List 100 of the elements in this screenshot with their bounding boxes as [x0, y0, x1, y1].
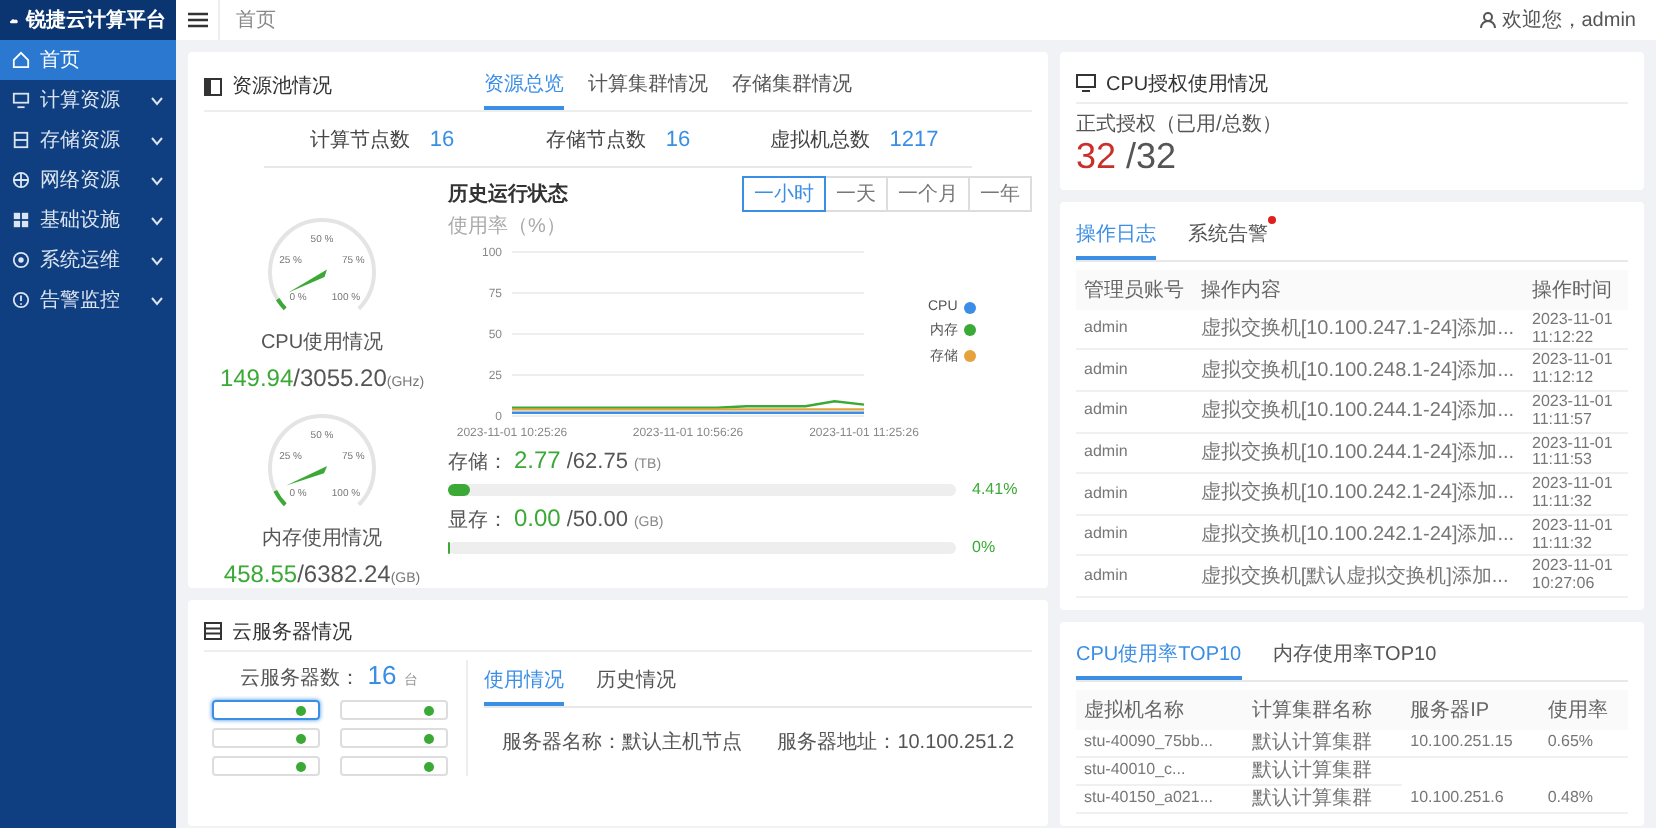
table-cell: 虚拟交换机[10.100.242.1-24]添加... [1192, 473, 1524, 515]
storage-label: 存储： [448, 449, 508, 476]
tab[interactable]: 系统告警 [1188, 213, 1268, 260]
column-header: 虚拟机名称 [1076, 689, 1245, 730]
stat-value: 16 [367, 660, 397, 690]
table-cell: admin [1076, 555, 1193, 597]
total-value: /32 [1126, 136, 1177, 176]
server-icon [204, 622, 222, 640]
stat-value: 16 [665, 127, 691, 151]
storage-label: 显存： [448, 508, 508, 534]
table-cell: 虚拟交换机[10.100.244.1-24]添加... [1192, 432, 1524, 474]
table-cell: admin [1076, 432, 1193, 474]
gauge-label: CPU使用情况 [260, 329, 384, 356]
table-cell: stu-40010_c... [1076, 756, 1245, 785]
table-cell: 虚拟交换机[10.100.242.1-24]添加... [1192, 514, 1524, 556]
table-cell: admin [1076, 514, 1193, 556]
chart-title: 历史运行状态 [448, 181, 568, 208]
globe-icon [12, 170, 30, 190]
monitor-icon [1076, 74, 1096, 92]
sidebar-item[interactable]: 首页 [0, 40, 176, 80]
table-cell: 2023-11-01 11:11:57 [1524, 390, 1628, 433]
table-cell: 10.100.251.6 [1402, 784, 1540, 813]
stat-value: 1217 [889, 127, 939, 151]
home-icon [12, 50, 30, 70]
user-greeting: 欢迎您，admin [1501, 7, 1636, 34]
table-cell: 默认计算集群 [1244, 729, 1403, 757]
tab[interactable]: 历史情况 [596, 660, 676, 706]
table-cell: 虚拟交换机[10.100.244.1-24]添加... [1192, 390, 1524, 433]
server-node[interactable] [211, 700, 319, 720]
license-subtitle: 正式授权（已用/总数） [1076, 111, 1284, 138]
table-cell: 默认计算集群 [1244, 784, 1403, 813]
info-icon [12, 290, 30, 310]
sidebar-item[interactable]: 告警监控 [0, 280, 176, 320]
percent-value: 0% [972, 538, 998, 556]
column-header: 管理员账号 [1076, 269, 1193, 310]
table-cell: 2023-11-01 11:11:32 [1524, 514, 1628, 556]
used-value: 149.94 [219, 364, 294, 392]
table-cell: 虚拟交换机[10.100.247.1-24]添加... [1192, 309, 1524, 350]
total-value: /50.00 [566, 508, 628, 532]
user-icon [1479, 12, 1496, 28]
used-value: 2.77 [514, 446, 561, 474]
sidebar-item[interactable]: 存储资源 [0, 120, 176, 160]
table-cell: 2023-11-01 11:11:32 [1524, 473, 1628, 515]
percent-value: 4.41% [972, 480, 1020, 498]
gauge-track [268, 218, 376, 311]
stat-label: 虚拟机总数 [769, 127, 870, 153]
table-cell: admin [1076, 349, 1193, 391]
column-header: 计算集群名称 [1244, 689, 1403, 730]
table-cell: 2023-11-01 11:11:53 [1524, 432, 1628, 474]
range-button[interactable]: 一年 [968, 176, 1032, 212]
used-value: 0.00 [514, 504, 561, 532]
total-value: /62.75 [566, 450, 628, 474]
gauge-needle [288, 269, 327, 293]
tab[interactable]: 操作日志 [1076, 213, 1156, 260]
sidebar-item[interactable]: 网络资源 [0, 160, 176, 200]
table-cell: 0.48% [1539, 784, 1628, 813]
range-button[interactable]: 一天 [824, 176, 888, 212]
gauge-needle [286, 465, 328, 486]
panel-icon [204, 77, 222, 95]
monitor-icon [12, 90, 30, 110]
column-header: 服务器IP [1402, 689, 1540, 730]
column-header: 使用率 [1539, 689, 1628, 730]
column-header: 操作内容 [1192, 269, 1524, 310]
table-cell: admin [1076, 309, 1193, 350]
menu-icon[interactable] [187, 12, 207, 28]
used-value: 458.55 [223, 560, 298, 588]
tab[interactable]: 存储集群情况 [732, 64, 852, 110]
used-value: 32 [1076, 136, 1117, 176]
column-header: 操作时间 [1524, 269, 1628, 310]
table-cell: admin [1076, 390, 1193, 433]
total-value: /6382.24 [297, 560, 391, 588]
range-button[interactable]: 一个月 [886, 176, 970, 212]
stat-value: 16 [429, 127, 455, 151]
total-value: /3055.20 [293, 364, 387, 392]
app-logo-text: 锐捷云计算平台 [26, 7, 166, 34]
table-cell: stu-40090_75bb... [1076, 729, 1245, 757]
table-cell: 默认计算集群 [1244, 756, 1403, 785]
table-cell: 10.100.251.15 [1402, 729, 1540, 757]
table-cell: 2023-11-01 10:27:06 [1524, 555, 1628, 597]
sidebar-item[interactable]: 基础设施 [0, 200, 176, 240]
tab[interactable]: 内存使用率TOP10 [1273, 633, 1437, 680]
axis-label: 使用率（%） [448, 213, 568, 240]
panel-title: 资源池情况 [232, 73, 332, 100]
stat-label: 云服务器数： [239, 666, 360, 692]
table-cell: stu-40150_a021... [1076, 784, 1245, 813]
tab[interactable]: 计算集群情况 [588, 64, 708, 110]
stat-label: 存储节点数 [545, 127, 646, 153]
table-cell: admin [1076, 473, 1193, 515]
server-name: 服务器名称：默认主机节点 [501, 729, 742, 756]
sidebar-item[interactable]: 计算资源 [0, 80, 176, 120]
panel-title: CPU授权使用情况 [1106, 71, 1269, 97]
breadcrumb[interactable]: 首页 [220, 6, 1480, 34]
gear-icon [12, 250, 30, 270]
table-cell: 2023-11-01 11:12:12 [1524, 349, 1628, 391]
table-cell: 虚拟交换机[10.100.248.1-24]添加... [1192, 349, 1524, 391]
gauge-track [268, 414, 376, 507]
table-cell: 0.65% [1539, 729, 1628, 757]
sidebar-item[interactable]: 系统运维 [0, 240, 176, 280]
stat-label: 计算节点数 [309, 127, 410, 153]
gauge-label: 内存使用情况 [262, 525, 382, 552]
